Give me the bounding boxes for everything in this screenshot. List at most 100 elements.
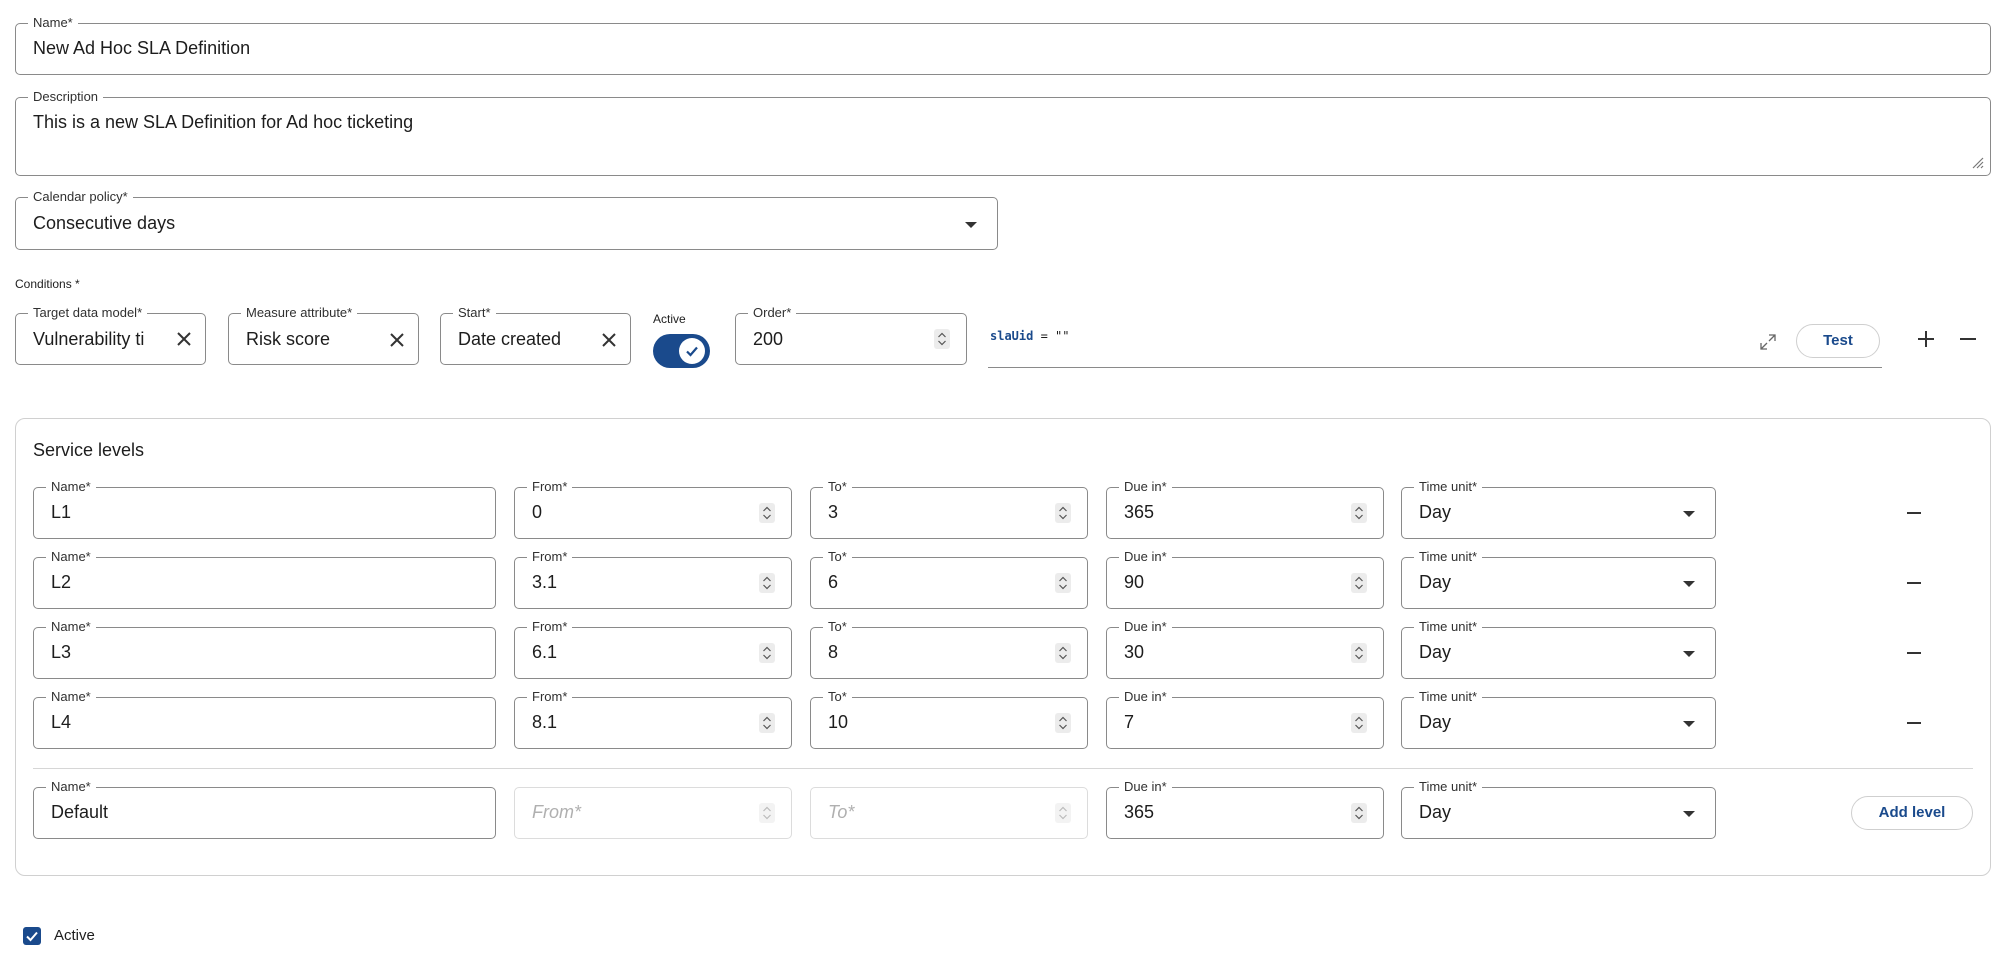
active-toggle[interactable]: [653, 334, 710, 368]
default-due-in-field[interactable]: Due in* 365: [1106, 779, 1384, 839]
stepper-icon[interactable]: [1055, 713, 1071, 733]
remove-level-icon[interactable]: [1903, 502, 1925, 524]
level-due-in-label: Due in*: [1119, 479, 1172, 495]
add-level-button[interactable]: Add level: [1851, 796, 1973, 830]
chevron-down-icon: [1683, 581, 1695, 587]
level-time-unit-label: Time unit*: [1414, 549, 1483, 565]
stepper-icon[interactable]: [759, 573, 775, 593]
remove-level-icon[interactable]: [1903, 572, 1925, 594]
level-due-in-field[interactable]: Due in* 365: [1106, 479, 1384, 539]
remove-level-icon[interactable]: [1903, 642, 1925, 664]
level-time-unit-select[interactable]: Time unit* Day: [1401, 689, 1716, 749]
name-field-label: Name*: [28, 15, 78, 31]
level-time-unit-select[interactable]: Time unit* Day: [1401, 479, 1716, 539]
order-label: Order*: [748, 305, 797, 321]
level-name-value: L2: [51, 572, 72, 592]
level-due-in-field[interactable]: Due in* 90: [1106, 549, 1384, 609]
active-checkbox-label: Active: [54, 927, 95, 944]
order-field[interactable]: Order* 200: [735, 305, 967, 365]
level-name-field[interactable]: Name* L4: [33, 689, 496, 749]
level-name-label: Name*: [46, 619, 96, 635]
start-field[interactable]: Start* Date created: [440, 305, 631, 365]
start-value: Date created: [458, 329, 562, 349]
level-due-in-value: 365: [1124, 502, 1155, 522]
stepper-icon[interactable]: [934, 329, 950, 349]
test-button-label: Test: [1823, 332, 1853, 349]
chevron-down-icon: [1683, 721, 1695, 727]
chevron-down-icon: [1683, 651, 1695, 657]
expand-icon[interactable]: [1759, 333, 1777, 351]
level-time-unit-select[interactable]: Time unit* Day: [1401, 619, 1716, 679]
stepper-icon[interactable]: [1351, 503, 1367, 523]
stepper-icon[interactable]: [1055, 643, 1071, 663]
clear-icon[interactable]: [388, 331, 406, 349]
level-time-unit-label: Time unit*: [1414, 619, 1483, 635]
level-from-field[interactable]: From* 3.1: [514, 549, 792, 609]
level-to-label: To*: [823, 619, 852, 635]
stepper-icon[interactable]: [1351, 803, 1367, 823]
stepper-icon[interactable]: [1351, 713, 1367, 733]
name-field-value: New Ad Hoc SLA Definition: [33, 38, 251, 58]
level-name-label: Name*: [46, 479, 96, 495]
check-icon: [686, 346, 698, 357]
expression-text: slaUid = "": [990, 329, 1070, 343]
active-checkbox[interactable]: [23, 927, 41, 945]
default-name-label: Name*: [46, 779, 96, 795]
level-name-field[interactable]: Name* L1: [33, 479, 496, 539]
level-to-value: 8: [828, 642, 839, 662]
stepper-icon: [759, 803, 775, 823]
clear-icon[interactable]: [600, 331, 618, 349]
level-name-field[interactable]: Name* L3: [33, 619, 496, 679]
level-to-field[interactable]: To* 8: [810, 619, 1088, 679]
measure-attribute-field[interactable]: Measure attribute* Risk score: [228, 305, 419, 365]
stepper-icon[interactable]: [759, 643, 775, 663]
stepper-icon[interactable]: [1055, 503, 1071, 523]
description-field[interactable]: Description This is a new SLA Definition…: [15, 89, 1991, 176]
stepper-icon[interactable]: [759, 503, 775, 523]
measure-attribute-label: Measure attribute*: [241, 305, 358, 321]
level-due-in-field[interactable]: Due in* 30: [1106, 619, 1384, 679]
level-to-field[interactable]: To* 3: [810, 479, 1088, 539]
level-time-unit-select[interactable]: Time unit* Day: [1401, 549, 1716, 609]
default-from-field: From*: [514, 787, 792, 839]
default-from-placeholder: From*: [532, 802, 581, 822]
stepper-icon[interactable]: [759, 713, 775, 733]
clear-icon[interactable]: [175, 330, 193, 348]
level-due-in-value: 30: [1124, 642, 1145, 662]
level-due-in-label: Due in*: [1119, 689, 1172, 705]
name-field[interactable]: Name* New Ad Hoc SLA Definition: [15, 15, 1991, 75]
conditions-label: Conditions *: [15, 277, 80, 291]
default-time-unit-value: Day: [1419, 802, 1452, 822]
stepper-icon[interactable]: [1351, 643, 1367, 663]
stepper-icon[interactable]: [1055, 573, 1071, 593]
test-button[interactable]: Test: [1796, 324, 1880, 358]
level-from-field[interactable]: From* 8.1: [514, 689, 792, 749]
description-field-label: Description: [28, 89, 104, 105]
level-time-unit-label: Time unit*: [1414, 689, 1483, 705]
level-name-field[interactable]: Name* L2: [33, 549, 496, 609]
level-from-field[interactable]: From* 0: [514, 479, 792, 539]
stepper-icon: [1055, 803, 1071, 823]
chevron-down-icon: [1683, 511, 1695, 517]
chevron-down-icon: [1683, 811, 1695, 817]
expression-editor[interactable]: slaUid = "": [988, 318, 1882, 368]
stepper-icon[interactable]: [1351, 573, 1367, 593]
level-due-in-field[interactable]: Due in* 7: [1106, 689, 1384, 749]
level-from-field[interactable]: From* 6.1: [514, 619, 792, 679]
level-to-field[interactable]: To* 10: [810, 689, 1088, 749]
remove-level-icon[interactable]: [1903, 712, 1925, 734]
expression-value: "": [1055, 329, 1070, 343]
level-name-value: L1: [51, 502, 72, 522]
level-to-label: To*: [823, 479, 852, 495]
level-from-value: 6.1: [532, 642, 558, 662]
add-condition-icon[interactable]: [1915, 328, 1937, 350]
target-data-model-field[interactable]: Target data model* Vulnerability ti: [15, 305, 206, 365]
default-name-field[interactable]: Name* Default: [33, 779, 496, 839]
resize-handle-icon[interactable]: [1970, 155, 1984, 169]
calendar-policy-select[interactable]: Calendar policy* Consecutive days: [15, 189, 998, 250]
level-from-label: From*: [527, 689, 573, 705]
level-to-field[interactable]: To* 6: [810, 549, 1088, 609]
remove-condition-icon[interactable]: [1957, 328, 1979, 350]
default-time-unit-select[interactable]: Time unit* Day: [1401, 779, 1716, 839]
level-from-label: From*: [527, 619, 573, 635]
